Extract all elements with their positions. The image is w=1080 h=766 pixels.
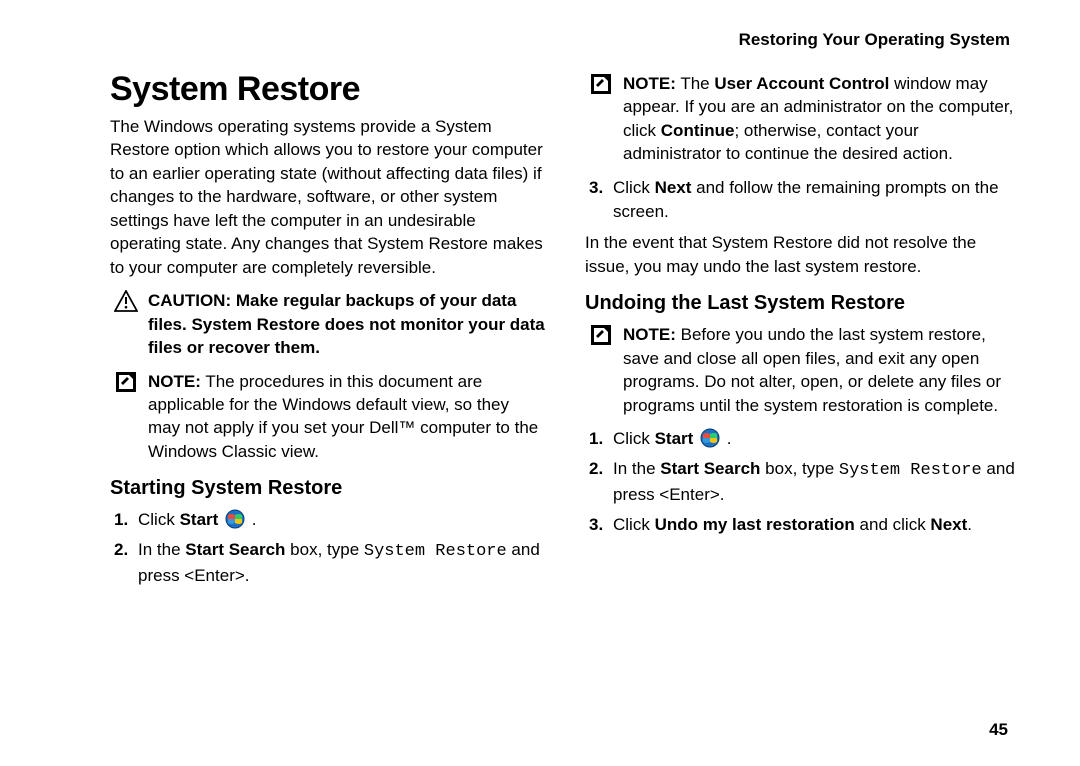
list-item: Click Start .: [589, 427, 1020, 451]
note1-text: NOTE: The procedures in this document ar…: [148, 370, 545, 464]
note-icon: [589, 73, 613, 95]
running-header: Restoring Your Operating System: [110, 30, 1020, 50]
note-icon: [114, 371, 138, 393]
note2-text: NOTE: The User Account Control window ma…: [623, 72, 1020, 166]
note-callout-1: NOTE: The procedures in this document ar…: [110, 370, 545, 464]
note-callout-2: NOTE: The User Account Control window ma…: [585, 72, 1020, 166]
section2-steps: Click Start . In the Start Search b: [585, 427, 1020, 536]
page-number: 45: [989, 720, 1008, 740]
note3-text: NOTE: Before you undo the last system re…: [623, 323, 1020, 417]
windows-start-icon: [700, 428, 720, 448]
section1-steps-cont: Click Next and follow the remaining prom…: [585, 176, 1020, 224]
windows-start-icon: [225, 509, 245, 529]
list-item: In the Start Search box, type System Res…: [114, 538, 545, 588]
list-item: In the Start Search box, type System Res…: [589, 457, 1020, 507]
caution-callout: CAUTION: Make regular backups of your da…: [110, 289, 545, 359]
list-item: Click Next and follow the remaining prom…: [589, 176, 1020, 224]
list-item: Click Start .: [114, 508, 545, 532]
section2-heading: Undoing the Last System Restore: [585, 292, 1020, 315]
section1-heading: Starting System Restore: [110, 477, 545, 500]
right-column: NOTE: The User Account Control window ma…: [585, 70, 1020, 594]
after-paragraph: In the event that System Restore did not…: [585, 231, 1020, 278]
list-item: Click Undo my last restoration and click…: [589, 513, 1020, 537]
note-callout-3: NOTE: Before you undo the last system re…: [585, 323, 1020, 417]
note-icon: [589, 324, 613, 346]
intro-paragraph: The Windows operating systems provide a …: [110, 115, 545, 279]
caution-icon: [114, 290, 138, 312]
page-columns: System Restore The Windows operating sys…: [110, 70, 1020, 594]
section1-steps: Click Start . In the Start Search b: [110, 508, 545, 587]
left-column: System Restore The Windows operating sys…: [110, 70, 545, 594]
caution-text: CAUTION: Make regular backups of your da…: [148, 289, 545, 359]
page-title: System Restore: [110, 70, 545, 109]
